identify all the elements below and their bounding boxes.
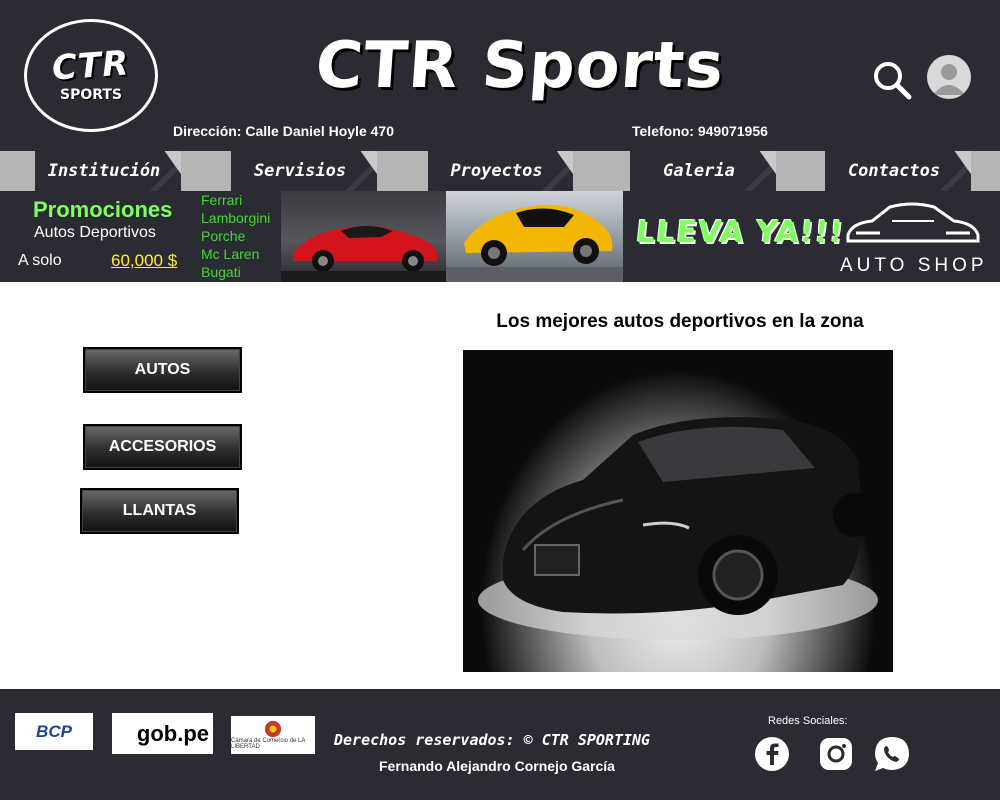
nav-item-proyectos[interactable]: Proyectos <box>428 151 585 191</box>
main-heading: Los mejores autos deportivos en la zona <box>496 311 864 332</box>
lleva-ya-cta: LLEVA YA!!! <box>634 215 846 250</box>
nav-item-contactos[interactable]: Contactos <box>825 151 983 191</box>
address-text: Dirección: Calle Daniel Hoyle 470 <box>173 123 394 139</box>
promo-price: 60,000 $ <box>111 251 178 270</box>
main-nav: Institución Servisios Proyectos Galeria … <box>0 151 1000 191</box>
brand-item: Lamborgini <box>201 210 271 226</box>
facebook-icon[interactable] <box>753 735 791 773</box>
site-title: CTR Sports <box>313 29 727 103</box>
featured-car-image <box>463 350 893 672</box>
gob-pe-logo[interactable]: gob.pe <box>112 713 213 754</box>
auto-shop-car-icon <box>846 202 980 243</box>
logo-sub-text: SPORTS <box>59 86 123 103</box>
nav-divider <box>971 151 1000 191</box>
promo-banner[interactable]: Promociones Autos Deportivos A solo 60,0… <box>0 191 1000 282</box>
promo-title: Promociones <box>33 197 173 222</box>
nav-item-galeria[interactable]: Galeria <box>630 151 788 191</box>
nav-divider <box>573 151 630 191</box>
bcp-logo[interactable]: BCP <box>15 713 93 750</box>
brand-item: Bugati <box>201 264 241 280</box>
brand-item: Ferrari <box>201 192 243 208</box>
user-avatar-icon[interactable] <box>927 55 971 99</box>
price-prefix: A solo <box>18 252 62 269</box>
nav-divider <box>181 151 231 191</box>
camara-emblem-icon <box>264 720 282 738</box>
yellow-sports-car-image <box>446 191 623 282</box>
red-sports-car-image <box>281 191 446 282</box>
author-text: Fernando Alejandro Cornejo García <box>379 758 615 774</box>
ctr-logo[interactable]: CTR SPORTS <box>24 19 158 132</box>
social-label: Redes Sociales: <box>768 715 848 727</box>
phone-text: Telefono: 949071956 <box>632 123 768 139</box>
nav-divider <box>377 151 428 191</box>
site-header: CTR SPORTS CTR Sports Dirección: Calle D… <box>0 0 1000 151</box>
brand-list: Ferrari Lamborgini Porche Mc Laren Bugat… <box>201 191 270 281</box>
nav-divider <box>0 151 35 191</box>
llantas-button[interactable]: LLANTAS <box>80 488 239 534</box>
whatsapp-icon[interactable] <box>873 735 911 773</box>
nav-item-institucion[interactable]: Institución <box>35 151 193 191</box>
logo-main-text: CTR <box>51 42 131 89</box>
site-footer: BCP gob.pe Cámara de Comercio de LA LIBE… <box>0 689 1000 800</box>
promo-subtitle: Autos Deportivos <box>34 224 156 241</box>
brand-item: Mc Laren <box>201 246 260 262</box>
search-icon[interactable] <box>872 60 912 100</box>
accesorios-button[interactable]: ACCESORIOS <box>83 424 242 470</box>
instagram-icon[interactable] <box>817 735 855 773</box>
nav-item-servisios[interactable]: Servisios <box>231 151 389 191</box>
camara-comercio-logo[interactable]: Cámara de Comercio de LA LIBERTAD <box>231 716 315 754</box>
copyright-text: Derechos reservados: © CTR SPORTING <box>334 731 651 749</box>
nav-divider <box>776 151 825 191</box>
gob-pe-text: gob.pe <box>136 720 209 746</box>
auto-shop-name: AUTO SHOP <box>840 255 988 276</box>
autos-button[interactable]: AUTOS <box>83 347 242 393</box>
camara-text: Cámara de Comercio de LA LIBERTAD <box>231 738 306 750</box>
brand-item: Porche <box>201 228 246 244</box>
